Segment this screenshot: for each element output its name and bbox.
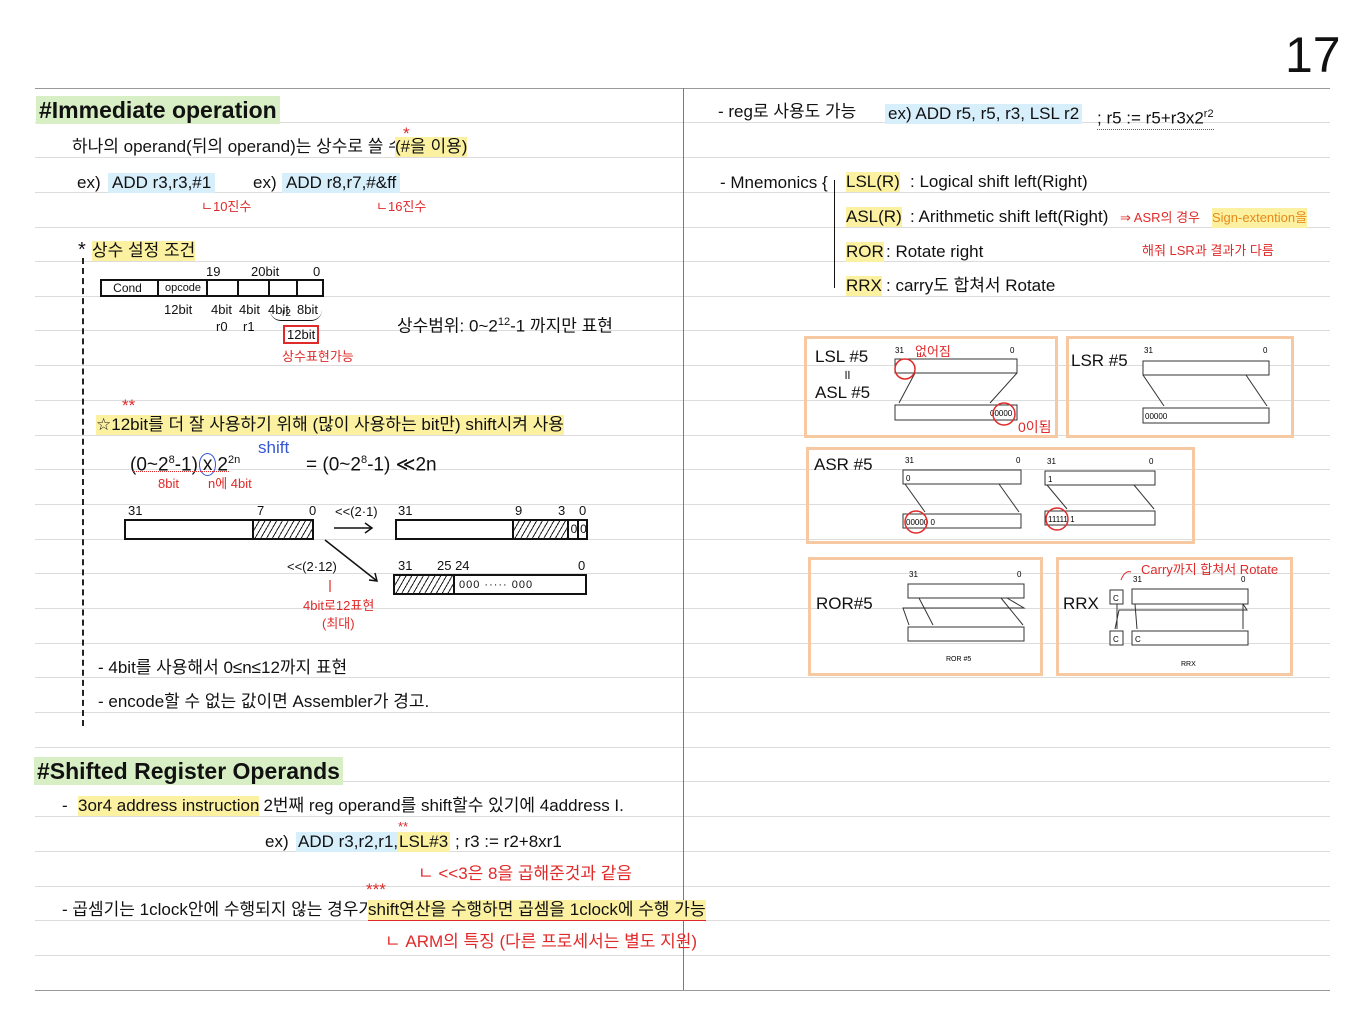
reg-comment: ; r5 := r5+r3x2r2: [1097, 104, 1214, 130]
rrx-note: Carry까지 합쳐서 Rotate: [1141, 562, 1278, 577]
lsl-svg: 31 0 없어짐 00000 0이됨: [894, 344, 1052, 435]
hatched-bits: [512, 521, 568, 538]
asr-note-2: 해줘 LSR과 결과가 다름: [1142, 243, 1274, 258]
bit0: 0: [1017, 570, 1022, 579]
zero-fill: 000 ····· 000: [459, 579, 534, 591]
hatched-bits: [395, 576, 455, 593]
register-bar-shift12: 000 ····· 000: [393, 574, 587, 595]
lsl-diagram: LSL #5 ॥ ASL #5 31 0 없어짐 00000 0이됨: [804, 336, 1058, 438]
address-instruction: 3or4 address instruction: [78, 796, 260, 816]
carry-bit: C: [1113, 594, 1119, 603]
bit-label: 0: [579, 503, 587, 518]
carry-bit: C: [1113, 635, 1119, 644]
asr-diagram: ASR #5 31 0 0 00000 0 31 0 1 11111 1: [806, 447, 1195, 544]
bit-label: 0: [578, 558, 586, 573]
reg-example: ex) ADD r5, r5, r3, LSL r2: [885, 104, 1083, 124]
bullet-4bit: - 4bit를 사용해서 0≤n≤12까지 표현: [98, 658, 348, 677]
bit0: 0: [1263, 346, 1268, 355]
bit31: 31: [1144, 346, 1153, 355]
bit31: 31: [895, 346, 904, 355]
shift-label: <<(2·12): [287, 559, 337, 574]
bit-label: 9: [515, 503, 523, 518]
shift2-note-max: (최대): [322, 616, 355, 631]
rrx-caption: RRX: [1181, 661, 1196, 668]
lsl-note: ㄴ <<3은 8을 곱해준것과 같음: [418, 864, 633, 883]
bit0: 0: [1149, 457, 1154, 466]
bit-label: 3: [558, 503, 566, 518]
dash: -: [62, 796, 68, 815]
rrx-svg: Carry까지 합쳐서 Rotate 31 0 C C C RRX: [1109, 562, 1278, 668]
rrx-diagram: RRX Carry까지 합쳐서 Rotate 31 0 C C C RRX: [1056, 557, 1293, 676]
mnemonic-desc: : Arithmetic shift left(Right): [910, 207, 1109, 226]
zero-label: 0이됨: [1018, 419, 1052, 435]
sign-fill: 11111 1: [1048, 515, 1075, 524]
multiplier-highlight: shift연산을 수행하면 곱셈을 1clock에 수행 가능: [368, 900, 706, 921]
mnemonic-desc: : carry도 합쳐서 Rotate: [886, 276, 1056, 295]
bit0: 0: [1016, 456, 1021, 465]
zero-bit: 0: [577, 521, 588, 538]
mnemonic-desc: : Logical shift left(Right): [910, 172, 1088, 191]
ror-diagram: ROR#5 31 0 ROR #5: [808, 557, 1043, 676]
stars: **: [398, 819, 409, 834]
bit31: 31: [905, 456, 914, 465]
brace-line: [834, 180, 835, 288]
reg-line: - reg로 사용도 가능: [718, 102, 857, 121]
mnemonics-label: - Mnemonics {: [720, 173, 828, 192]
bit-label: 31: [398, 558, 413, 573]
sign-fill: 00000 0: [906, 518, 935, 527]
bit31: 31: [1133, 575, 1142, 584]
page-number: 17: [1285, 27, 1341, 83]
reg-comment-text: ; r5 := r5+r3x2: [1097, 108, 1204, 128]
ror-caption: ROR #5: [946, 656, 971, 663]
bit0: 0: [1010, 346, 1015, 355]
stars: ***: [366, 880, 386, 899]
sign-extension: Sign-extention을: [1212, 208, 1308, 228]
address-instruction-desc: : 2번째 reg operand를 shift할수 있기에 4address …: [254, 796, 624, 815]
mnemonic-code: LSL(R): [846, 172, 900, 192]
bit-label: 31: [398, 503, 413, 518]
shifted-example: ADD r3,r2,r1,: [296, 832, 401, 852]
bit31: 31: [909, 570, 918, 579]
bullet-encode: - encode할 수 없는 값이면 Assembler가 경고.: [98, 692, 430, 711]
bit-label: 25 24: [437, 558, 470, 573]
lsr-diagram: LSR #5 31 0 00000: [1066, 336, 1294, 438]
zeros: 00000: [1145, 412, 1168, 421]
carry-in: C: [1135, 635, 1141, 644]
arm-note: ㄴ ARM의 특징 (다른 프로세서는 별도 지원): [385, 932, 698, 951]
lost-label: 없어짐: [915, 344, 951, 359]
asr-svg: 31 0 0 00000 0 31 0 1 11111 1: [902, 456, 1156, 534]
rule-bottom: [35, 990, 1330, 991]
section-title-shifted: #Shifted Register Operands: [34, 757, 343, 785]
mnemonic-code: ASL(R): [846, 207, 902, 227]
reg-exponent: r2: [1203, 108, 1214, 120]
lsr-svg: 31 0 00000: [1142, 346, 1270, 424]
msb: 0: [906, 474, 911, 483]
bit0: 0: [1241, 575, 1246, 584]
arrows: [324, 522, 378, 592]
msb: 1: [1048, 475, 1053, 484]
ex-label: ex): [265, 832, 289, 851]
shift2-note: 4bit로12표현: [303, 598, 375, 613]
mnemonic-code: RRX: [846, 276, 882, 296]
mnemonic-code: ROR: [846, 242, 884, 262]
asr-note: ⇒ ASR의 경우: [1120, 210, 1201, 225]
ror-svg: 31 0 ROR #5: [902, 570, 1026, 663]
bit31: 31: [1047, 457, 1056, 466]
shifted-example-comment: ; r3 := r2+8xr1: [455, 832, 562, 851]
mnemonic-desc: : Rotate right: [886, 242, 984, 261]
register-bar-shift1: 0 0: [395, 519, 588, 540]
